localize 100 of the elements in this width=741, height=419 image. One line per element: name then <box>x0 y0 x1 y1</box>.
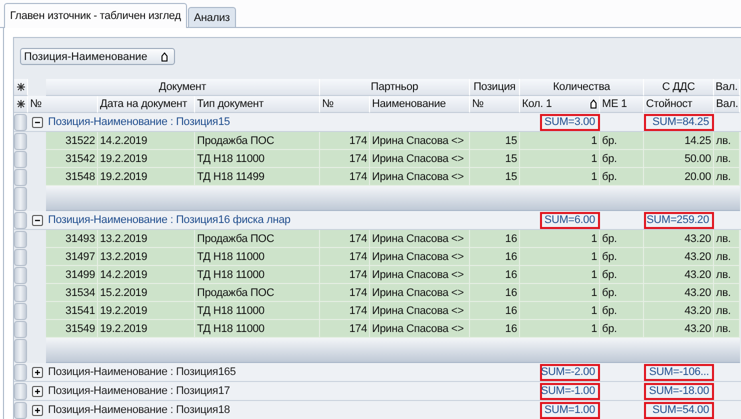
table-cell: бр. <box>600 302 644 320</box>
table-cell: Продажба ПОС <box>195 284 320 302</box>
table-cell: бр. <box>600 150 644 168</box>
table-cell: 16 <box>470 230 520 248</box>
row-indicator[interactable] <box>14 402 27 419</box>
row-indicator[interactable] <box>14 321 27 338</box>
table-cell: бр. <box>600 248 644 266</box>
table-cell: 16 <box>470 248 520 266</box>
table-cell: 19.2.2019 <box>98 320 195 338</box>
group-sum: SUM=6.00 <box>540 212 600 228</box>
table-cell: Продажба ПОС <box>195 230 320 248</box>
tab[interactable]: Главен източник - табличен изглед <box>4 3 187 28</box>
column-header[interactable]: Вал. <box>714 96 740 113</box>
row-indicator[interactable] <box>14 169 27 186</box>
table-cell: ТД Н18 11000 <box>195 302 320 320</box>
band-header[interactable]: Вал. <box>714 79 740 96</box>
minus-box-icon[interactable] <box>32 214 42 226</box>
plus-box-icon[interactable] <box>32 366 42 378</box>
row-indicator[interactable] <box>14 231 27 248</box>
table-cell: лв. <box>714 230 740 248</box>
table-cell: Ирина Спасова <> <box>370 248 470 266</box>
column-header[interactable]: № <box>320 96 370 113</box>
column-header[interactable]: Тип документ <box>195 96 320 113</box>
row-indicator[interactable] <box>14 133 27 150</box>
row-indicator[interactable] <box>14 212 27 229</box>
table-cell: лв. <box>714 266 740 284</box>
row-indicator[interactable] <box>14 364 27 381</box>
table-cell: 31548 <box>46 168 98 186</box>
table-cell: 50.00 <box>644 150 714 168</box>
column-header[interactable]: Стойност <box>644 96 714 113</box>
table-cell: 1 <box>520 302 600 320</box>
group-sum: SUM=54.00 <box>644 402 714 418</box>
plus-box-icon[interactable] <box>32 404 42 416</box>
table-cell: Ирина Спасова <> <box>370 230 470 248</box>
table-cell: 1 <box>520 132 600 150</box>
group-label: Позиция-Наименование : Позиция16 фиска лнар <box>47 213 292 228</box>
column-selector-icon[interactable] <box>14 96 28 113</box>
table-cell: 31549 <box>46 320 98 338</box>
column-header[interactable]: Наименование <box>370 96 470 113</box>
table-cell: 20.00 <box>644 168 714 186</box>
table-cell: бр. <box>600 230 644 248</box>
table-cell: бр. <box>600 266 644 284</box>
plus-box-icon[interactable] <box>32 386 42 396</box>
table-cell: 14.2.2019 <box>98 266 195 284</box>
column-header[interactable]: № <box>470 96 520 113</box>
row-indicator[interactable] <box>14 151 27 168</box>
table-cell: 174 <box>320 248 370 266</box>
group-by-button[interactable]: Позиция-Наименование <box>20 48 176 65</box>
band-header[interactable]: Документ <box>46 79 320 96</box>
table-cell: 174 <box>320 302 370 320</box>
table-cell: 1 <box>520 168 600 186</box>
row-indicator[interactable] <box>14 249 27 266</box>
sort-icon <box>161 52 168 62</box>
column-header[interactable]: № <box>28 96 98 113</box>
table-cell: лв. <box>714 150 740 168</box>
row-indicator[interactable] <box>14 267 27 284</box>
table-cell: 13.2.2019 <box>98 248 195 266</box>
table-cell: 43.20 <box>644 230 714 248</box>
table-cell: 15 <box>470 168 520 186</box>
band-header[interactable]: С ДДС <box>644 79 714 96</box>
table-cell: 1 <box>520 150 600 168</box>
table-cell: 174 <box>320 320 370 338</box>
table-cell: 174 <box>320 132 370 150</box>
table-cell: 174 <box>320 266 370 284</box>
group-sum: SUM=259.20 <box>644 212 714 228</box>
table-cell: бр. <box>600 284 644 302</box>
table-cell: 31497 <box>46 248 98 266</box>
table-cell: 16 <box>470 302 520 320</box>
column-header[interactable]: МЕ 1 <box>600 96 644 113</box>
column-header[interactable]: Дата на документ <box>98 96 195 113</box>
row-indicator[interactable] <box>14 187 27 211</box>
band-header[interactable]: Партньор <box>320 79 470 96</box>
table-cell: лв. <box>714 302 740 320</box>
group-label: Позиция-Наименование : Позиция165 <box>47 365 237 380</box>
row-indicator[interactable] <box>14 285 27 302</box>
group-sum: SUM=-106... <box>644 364 714 380</box>
band-selector-icon[interactable] <box>14 79 28 96</box>
table-cell: лв. <box>714 132 740 150</box>
table-cell: 1 <box>520 248 600 266</box>
row-indicator[interactable] <box>14 339 27 363</box>
table-cell: 43.20 <box>644 266 714 284</box>
group-sum: SUM=-18.00 <box>644 382 714 400</box>
band-header[interactable]: Позиция <box>470 79 520 96</box>
group-label: Позиция-Наименование : Позиция18 <box>47 403 231 418</box>
table-cell: 1 <box>520 320 600 338</box>
row-indicator[interactable] <box>14 383 27 400</box>
table-cell: лв. <box>714 320 740 338</box>
table-cell: ТД Н18 11000 <box>195 248 320 266</box>
table-cell: 31541 <box>46 302 98 320</box>
tab[interactable]: Анализ <box>188 7 236 27</box>
table-cell: бр. <box>600 132 644 150</box>
table-cell: 31542 <box>46 150 98 168</box>
column-header[interactable]: Кол. 1 <box>520 96 600 113</box>
table-cell: бр. <box>600 168 644 186</box>
table-cell: 15 <box>470 132 520 150</box>
table-cell: 15 <box>470 150 520 168</box>
band-header[interactable]: Количества <box>520 79 644 96</box>
group-sum: SUM=84.25 <box>644 114 714 130</box>
row-indicator[interactable] <box>14 303 27 320</box>
minus-box-icon[interactable] <box>32 116 42 128</box>
